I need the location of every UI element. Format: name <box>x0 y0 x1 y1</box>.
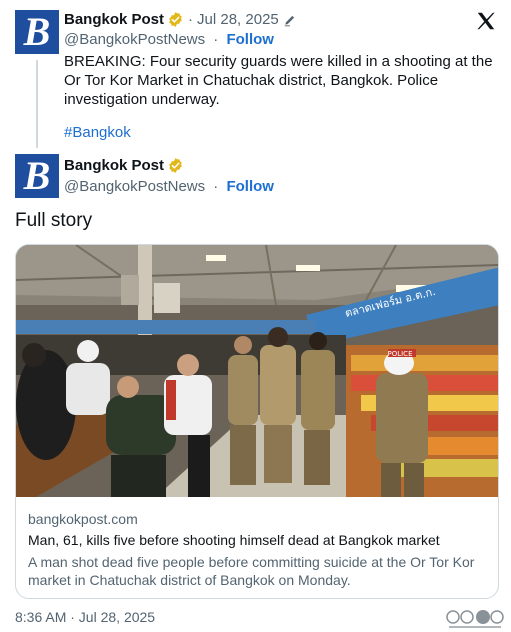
tweet-timestamp[interactable]: 8:36 AM · Jul 28, 2025 <box>15 609 155 625</box>
author-name[interactable]: Bangkok Post <box>64 157 164 174</box>
author-handle[interactable]: @BangkokPostNews <box>64 31 205 48</box>
card-domain: bangkokpost.com <box>28 511 138 527</box>
tweet1-header: Bangkok Post · Jul 28, 2025 <box>64 11 297 28</box>
avatar-letter: B <box>23 153 51 198</box>
author-name[interactable]: Bangkok Post <box>64 11 164 28</box>
x-logo-icon[interactable] <box>475 10 497 32</box>
article-image[interactable]: ตลาดเฟอร์ม อ.ต.ก. POLICE <box>16 245 498 497</box>
separator-dot: · <box>213 178 219 195</box>
link-card[interactable]: ตลาดเฟอร์ม อ.ต.ก. POLICE bangkokpost.com… <box>15 244 499 599</box>
avatar-tweet2[interactable]: B <box>15 154 59 198</box>
avatar-tweet1[interactable]: B <box>15 10 59 54</box>
card-title[interactable]: Man, 61, kills five before shooting hims… <box>28 532 440 548</box>
pencil-icon <box>284 15 294 26</box>
avatar-letter: B <box>23 9 51 54</box>
tweet2-handle-row: @BangkokPostNews · Follow <box>64 178 274 195</box>
separator-dot: · <box>188 11 194 28</box>
card-description: A man shot dead five people before commi… <box>28 554 475 588</box>
tweet1-handle-row: @BangkokPostNews · Follow <box>64 31 274 48</box>
thread-line <box>36 60 38 148</box>
tweet2-text: Full story <box>15 210 93 231</box>
police-helmet-text: POLICE <box>387 350 412 358</box>
verified-badge-icon <box>169 158 182 173</box>
separator-dot: · <box>213 31 219 48</box>
tweet-date[interactable]: Jul 28, 2025 <box>197 11 279 28</box>
tweet2-header: Bangkok Post <box>64 157 184 174</box>
hashtag-link[interactable]: #Bangkok <box>64 124 131 141</box>
watermark-icon <box>446 610 504 628</box>
tweet1-text: BREAKING: Four security guards were kill… <box>64 53 493 108</box>
author-handle[interactable]: @BangkokPostNews <box>64 178 205 195</box>
follow-button[interactable]: Follow <box>226 178 274 195</box>
follow-button[interactable]: Follow <box>226 31 274 48</box>
verified-badge-icon <box>169 12 182 27</box>
market-scene-illustration: ตลาดเฟอร์ม อ.ต.ก. POLICE <box>16 245 498 497</box>
